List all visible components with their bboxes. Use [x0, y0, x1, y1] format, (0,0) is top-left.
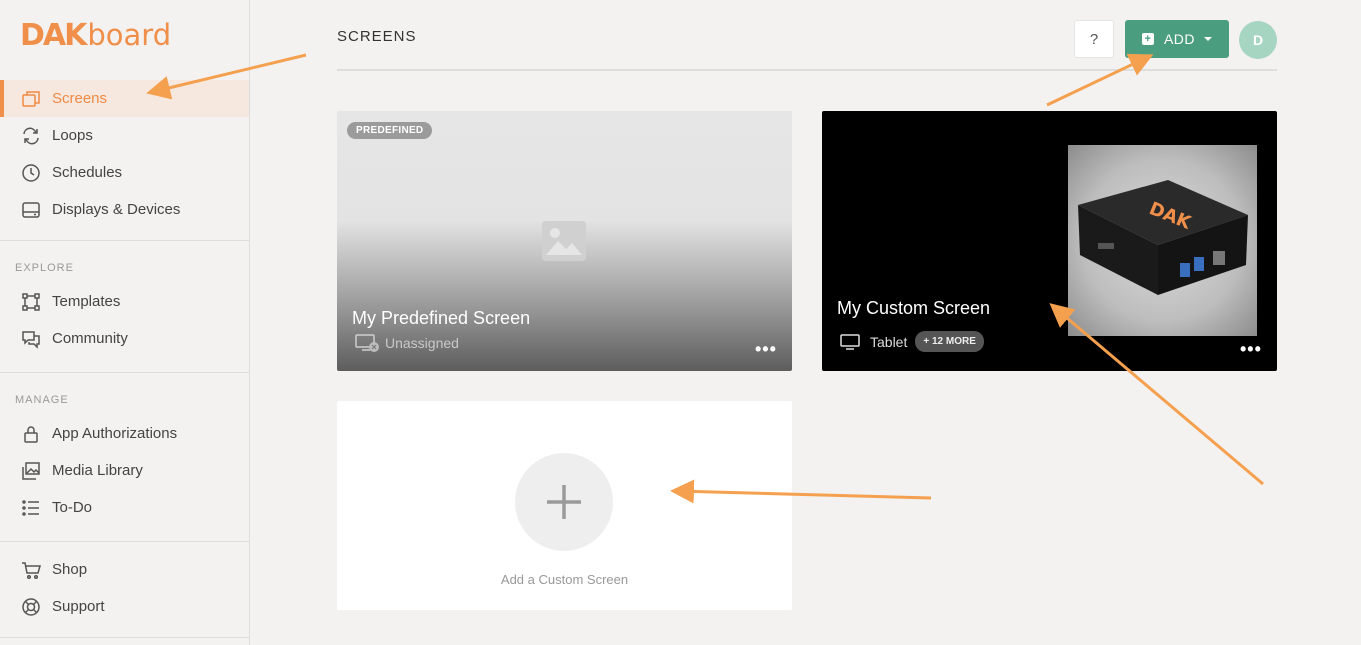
explore-nav: EXPLORE Templates Community: [0, 253, 249, 357]
more-options-icon[interactable]: •••: [1240, 339, 1262, 360]
sidebar-item-label: App Authorizations: [52, 425, 178, 442]
unassigned-display-icon: [355, 334, 379, 352]
cart-icon: [20, 559, 42, 581]
page-title: SCREENS: [337, 28, 417, 45]
screen-assignment: Unassigned: [355, 333, 459, 353]
dakboard-logo[interactable]: DAK board: [20, 17, 172, 53]
more-devices-badge[interactable]: + 12 MORE: [915, 331, 984, 352]
sidebar-item-community[interactable]: Community: [0, 320, 249, 357]
clock-icon: [20, 162, 42, 184]
logo-mark: DAK: [20, 17, 87, 53]
add-button[interactable]: + ADD: [1125, 20, 1229, 58]
sidebar-item-support[interactable]: Support: [0, 588, 249, 625]
sidebar-item-screens[interactable]: Screens: [0, 80, 249, 117]
arrow-to-add: [1046, 53, 1154, 107]
sidebar-item-label: Support: [52, 598, 105, 615]
templates-icon: [20, 291, 42, 313]
screen-card-predefined[interactable]: PREDEFINED My Predefined Screen Unassign…: [337, 111, 792, 371]
sidebar-divider: [0, 240, 249, 241]
sidebar-item-templates[interactable]: Templates: [0, 283, 249, 320]
screen-thumbnail: DAK: [1068, 145, 1257, 336]
manage-nav: MANAGE App Authorizations Media Library …: [0, 385, 249, 526]
lifebuoy-icon: [20, 596, 42, 618]
sidebar-item-label: Shop: [52, 561, 88, 578]
bottom-nav: Shop Support: [0, 551, 249, 625]
add-button-label: ADD: [1163, 31, 1196, 47]
sidebar-item-label: Loops: [52, 127, 93, 144]
list-icon: [20, 497, 42, 519]
sidebar-divider: [0, 637, 249, 638]
manage-section-label: MANAGE: [15, 394, 69, 406]
sidebar-item-todo[interactable]: To-Do: [0, 489, 249, 526]
chat-icon: [20, 328, 42, 350]
sidebar-item-label: Schedules: [52, 164, 123, 181]
header-divider: [337, 69, 1277, 71]
sidebar-item-app-authorizations[interactable]: App Authorizations: [0, 415, 249, 452]
sidebar-item-media-library[interactable]: Media Library: [0, 452, 249, 489]
sidebar-item-label: Screens: [52, 90, 108, 107]
sidebar-item-label: Templates: [52, 293, 121, 310]
sidebar-item-schedules[interactable]: Schedules: [0, 154, 249, 191]
sidebar-item-loops[interactable]: Loops: [0, 117, 249, 154]
explore-section-label: EXPLORE: [15, 262, 74, 274]
lock-icon: [20, 423, 42, 445]
sidebar-item-displays-devices[interactable]: Displays & Devices: [0, 191, 249, 228]
logo-wordmark: board: [87, 18, 172, 52]
device-label: Tablet: [870, 333, 908, 350]
screens-icon: [20, 88, 42, 110]
screen-title: My Predefined Screen: [352, 308, 531, 328]
add-custom-screen-label: Add a Custom Screen: [500, 572, 629, 587]
caret-down-icon: [1204, 37, 1213, 41]
sidebar-item-shop[interactable]: Shop: [0, 551, 249, 588]
avatar[interactable]: D: [1239, 21, 1277, 59]
predefined-badge: PREDEFINED: [347, 122, 433, 139]
screen-assignment: Tablet + 12 MORE: [840, 331, 984, 352]
add-circle-button[interactable]: [515, 453, 613, 551]
monitor-icon: [840, 333, 860, 350]
loops-icon: [20, 125, 42, 147]
images-icon: [20, 460, 42, 482]
sidebar-item-label: Displays & Devices: [52, 201, 181, 218]
help-button[interactable]: ?: [1074, 20, 1114, 58]
main-nav: Screens Loops Schedules Displays & Devic…: [0, 80, 249, 228]
more-options-icon[interactable]: •••: [755, 339, 777, 360]
screen-card-custom[interactable]: DAK My Custom Screen Tablet + 12 MORE ••…: [822, 111, 1277, 371]
sidebar-item-label: Media Library: [52, 462, 143, 479]
display-icon: [20, 199, 42, 221]
image-placeholder-icon: [542, 221, 586, 261]
sidebar-item-label: Community: [52, 330, 128, 347]
sidebar: DAK board Screens Loops Schedules Displa…: [0, 0, 250, 645]
add-custom-screen-card[interactable]: Add a Custom Screen: [337, 401, 792, 610]
plus-icon: [547, 485, 581, 519]
plus-square-icon: +: [1141, 33, 1154, 45]
sidebar-item-label: To-Do: [52, 499, 93, 516]
sidebar-divider: [0, 372, 249, 373]
unassigned-label: Unassigned: [385, 335, 459, 351]
sidebar-divider: [0, 541, 249, 542]
screen-title: My Custom Screen: [837, 298, 991, 318]
device-photo: DAK: [1078, 180, 1248, 295]
